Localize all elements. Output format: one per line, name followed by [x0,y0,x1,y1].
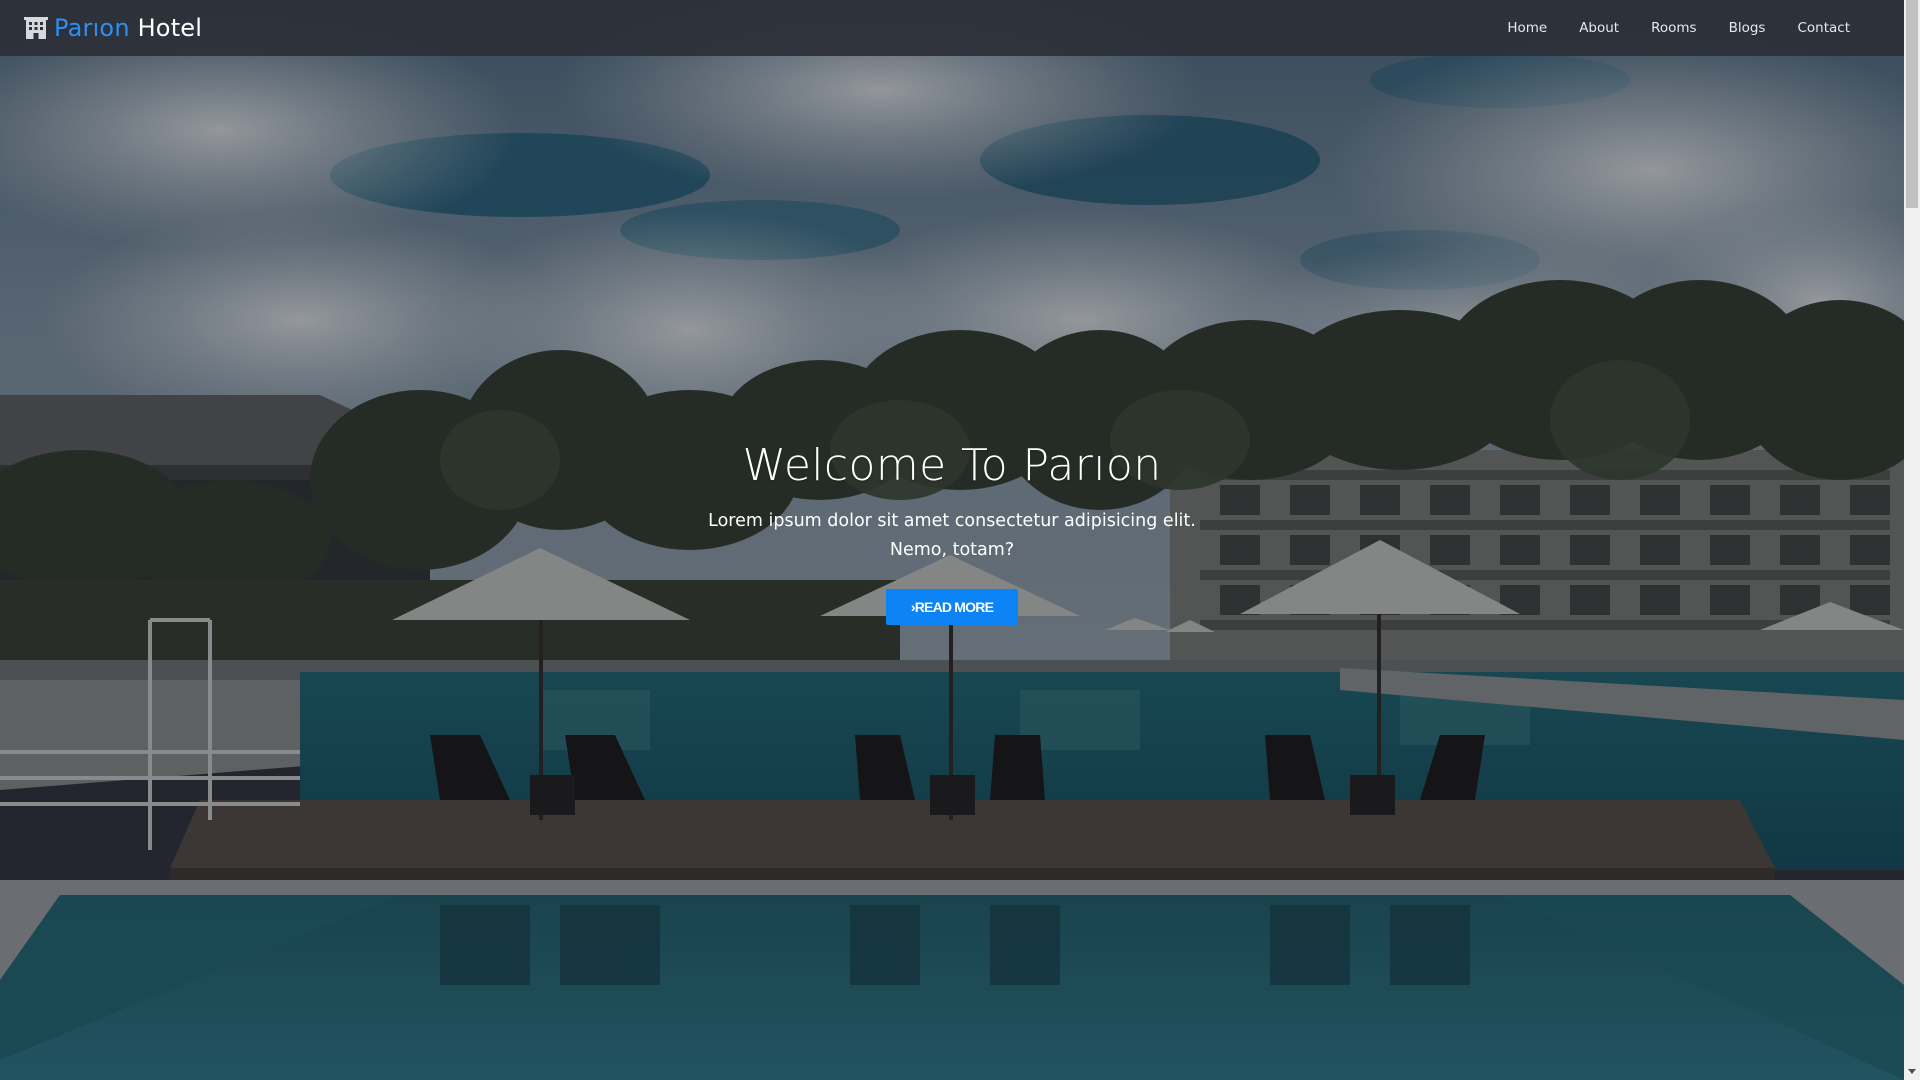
brand-logo[interactable]: Parıon Hotel [24,14,202,42]
hero-subtitle: Lorem ipsum dolor sit amet consectetur a… [708,511,1196,560]
read-more-label: READ MORE [914,599,994,615]
brand-name-accent: Parıon [54,14,130,42]
nav-link-rooms[interactable]: Rooms [1635,0,1712,56]
hero-title: Welcome To Parıon [742,440,1162,491]
nav-links: Home About Rooms Blogs Contact [1491,0,1866,56]
nav-link-home[interactable]: Home [1491,0,1563,56]
nav-link-about[interactable]: About [1563,0,1635,56]
vertical-scrollbar[interactable] [1904,0,1920,1080]
read-more-button[interactable]: ›READ MORE [886,589,1018,625]
brand-name: Parıon Hotel [54,14,202,42]
brand-name-rest: Hotel [129,14,203,42]
hotel-building-icon [24,16,48,40]
navbar: Parıon Hotel Home About Rooms Blogs Cont… [0,0,1904,56]
scroll-down-arrow-icon[interactable] [1904,1064,1920,1080]
page: Parıon Hotel Home About Rooms Blogs Cont… [0,0,1920,1080]
nav-link-blogs[interactable]: Blogs [1713,0,1782,56]
scrollbar-thumb[interactable] [1906,0,1918,208]
hero-content: Welcome To Parıon Lorem ipsum dolor sit … [0,440,1904,625]
nav-link-contact[interactable]: Contact [1781,0,1866,56]
